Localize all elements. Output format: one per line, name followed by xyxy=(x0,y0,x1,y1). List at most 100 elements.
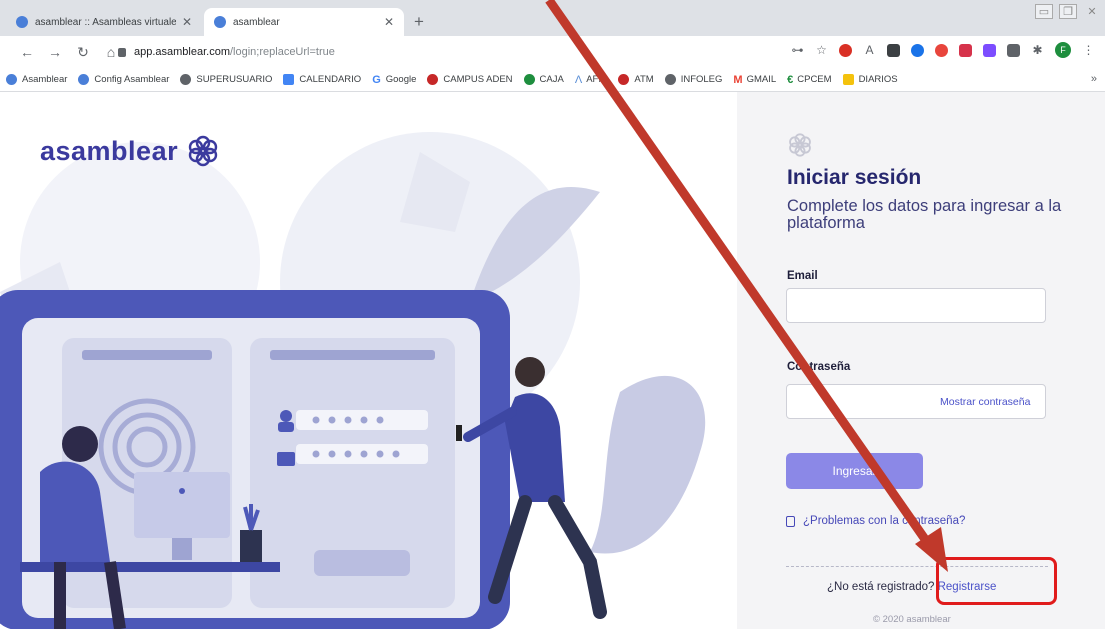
asamblear-favicon-icon xyxy=(16,16,28,28)
bookmark-label: INFOLEG xyxy=(680,74,723,85)
card-bar xyxy=(270,350,435,360)
bookmark-label: CALENDARIO xyxy=(299,74,362,85)
bookmark-item[interactable]: DIARIOS xyxy=(842,74,898,85)
asamblear-icon xyxy=(78,74,90,85)
caja-icon xyxy=(523,74,535,85)
card-bar xyxy=(82,350,212,360)
password-problems-link[interactable]: ¿Problemas con la contraseña? xyxy=(786,515,965,527)
standing-person-head xyxy=(515,357,545,387)
new-tab-icon[interactable]: + xyxy=(414,12,424,32)
bookmark-item[interactable]: Λ AFIP xyxy=(575,74,607,86)
lock-icon xyxy=(786,515,795,527)
bookmark-label: DIARIOS xyxy=(858,74,898,85)
bookmark-item[interactable]: CAJA xyxy=(523,74,564,85)
login-subtitle: Complete los datos para ingresar a la pl… xyxy=(787,197,1062,232)
email-label: Email xyxy=(787,270,818,282)
bookmark-item[interactable]: CALENDARIO xyxy=(283,74,361,85)
email-field[interactable] xyxy=(786,288,1046,323)
extension-icon[interactable] xyxy=(887,43,900,57)
asamblear-logo-icon xyxy=(188,135,218,167)
more-bookmarks-icon[interactable]: » xyxy=(1091,73,1097,85)
login-illustration xyxy=(0,132,706,629)
profile-avatar[interactable]: F xyxy=(1055,42,1071,58)
menu-icon[interactable]: ⋮ xyxy=(1082,43,1095,57)
login-page: asamblear xyxy=(0,92,1105,629)
tab-title: asamblear :: Asambleas virtuales xyxy=(35,16,176,28)
bookmark-label: GMAIL xyxy=(746,74,777,85)
bookmark-label: CAJA xyxy=(539,74,564,85)
password-problems-label: ¿Problemas con la contraseña? xyxy=(803,515,966,527)
afip-icon: Λ xyxy=(574,73,583,86)
extension-icon[interactable] xyxy=(983,43,996,57)
highlight-box xyxy=(936,557,1057,605)
asamblear-icon xyxy=(6,74,17,85)
standing-person-legs xyxy=(488,495,607,619)
google-icon: G xyxy=(372,73,381,86)
puzzle-icon[interactable]: ✱ xyxy=(1031,43,1044,57)
reload-icon[interactable]: ↻ xyxy=(72,44,94,61)
bookmark-label: CAMPUS ADEN xyxy=(443,74,513,85)
phone-icon xyxy=(456,425,462,441)
bookmark-label: SUPERUSUARIO xyxy=(196,74,273,85)
login-title: Iniciar sesión xyxy=(787,166,922,189)
copyright: © 2020 asamblear xyxy=(873,614,951,625)
user-icon xyxy=(280,410,292,422)
not-registered-text: ¿No está registrado? xyxy=(827,581,935,593)
bookmark-label: CPCEM xyxy=(797,74,832,85)
tab-asamblear[interactable]: asamblear ✕ xyxy=(204,8,404,36)
bookmark-label: Config Asamblear xyxy=(94,74,170,85)
bookmark-item[interactable]: ATM xyxy=(618,74,654,85)
login-button[interactable]: Ingresar xyxy=(786,453,923,489)
asamblear-logo: asamblear xyxy=(40,134,220,168)
bookmark-item[interactable]: Config Asamblear xyxy=(78,74,169,85)
calendar-icon xyxy=(283,74,295,85)
bookmark-item[interactable]: INFOLEG xyxy=(664,74,723,85)
back-icon[interactable]: ← xyxy=(16,44,38,60)
star-icon[interactable]: ☆ xyxy=(815,43,828,57)
bookmark-label: AFIP xyxy=(586,74,608,85)
url-host: app.asamblear.com xyxy=(134,46,230,58)
bookmark-item[interactable]: SUPERUSUARIO xyxy=(180,74,272,85)
extension-icon[interactable] xyxy=(1007,43,1020,57)
bookmark-item[interactable]: M GMAIL xyxy=(733,74,776,86)
monitor-dot xyxy=(179,488,185,494)
illustration-panel: asamblear xyxy=(0,92,737,629)
close-window-icon[interactable]: ✕ xyxy=(1083,4,1101,19)
address-bar[interactable]: app.asamblear.com/login;replaceUrl=true xyxy=(118,41,768,63)
leaf-shape xyxy=(590,375,706,554)
globe-icon xyxy=(664,74,676,85)
browser-tab-bar: asamblear :: Asambleas virtuales ✕ asamb… xyxy=(0,0,1105,36)
asamblear-mark-icon xyxy=(789,133,811,157)
translate-icon[interactable]: A xyxy=(863,43,876,57)
card-button xyxy=(314,550,410,576)
atm-icon xyxy=(618,74,630,85)
extension-icon[interactable] xyxy=(935,43,948,57)
bookmark-item[interactable]: G Google xyxy=(372,74,416,86)
key-icon[interactable]: ⊶ xyxy=(791,43,804,57)
minimize-icon[interactable]: ▭ xyxy=(1035,4,1053,19)
extensions-area: ⊶ ☆ A ✱ F ⋮ xyxy=(791,42,1095,58)
bookmark-item[interactable]: CAMPUS ADEN xyxy=(427,74,513,85)
bookmark-item[interactable]: € CPCEM xyxy=(787,74,831,86)
bookmarks-bar: Asamblear Config Asamblear SUPERUSUARIO … xyxy=(0,68,1105,92)
lock-icon xyxy=(118,47,126,57)
bookmark-item[interactable]: Asamblear xyxy=(6,74,67,85)
close-tab-icon[interactable]: ✕ xyxy=(182,15,192,29)
close-tab-icon[interactable]: ✕ xyxy=(384,15,394,29)
tab-asamblear-virtuales[interactable]: asamblear :: Asambleas virtuales ✕ xyxy=(6,8,202,36)
sitting-person-head xyxy=(62,426,98,462)
monitor-stand xyxy=(172,538,192,560)
shield-icon xyxy=(427,74,439,85)
show-password-link[interactable]: Mostrar contraseña xyxy=(940,396,1030,408)
padlock-icon xyxy=(277,452,295,466)
logo-text: asamblear xyxy=(40,135,179,166)
tab-title: asamblear xyxy=(233,16,280,28)
restore-icon[interactable]: ❐ xyxy=(1059,4,1077,19)
adblock-icon[interactable] xyxy=(839,43,852,57)
bookmark-label: Google xyxy=(385,74,417,85)
extension-icon[interactable] xyxy=(911,43,924,57)
user-icon-body xyxy=(278,422,294,432)
extension-icon[interactable] xyxy=(959,43,972,57)
forward-icon[interactable]: → xyxy=(44,44,66,60)
asamblear-favicon-icon xyxy=(214,16,226,28)
